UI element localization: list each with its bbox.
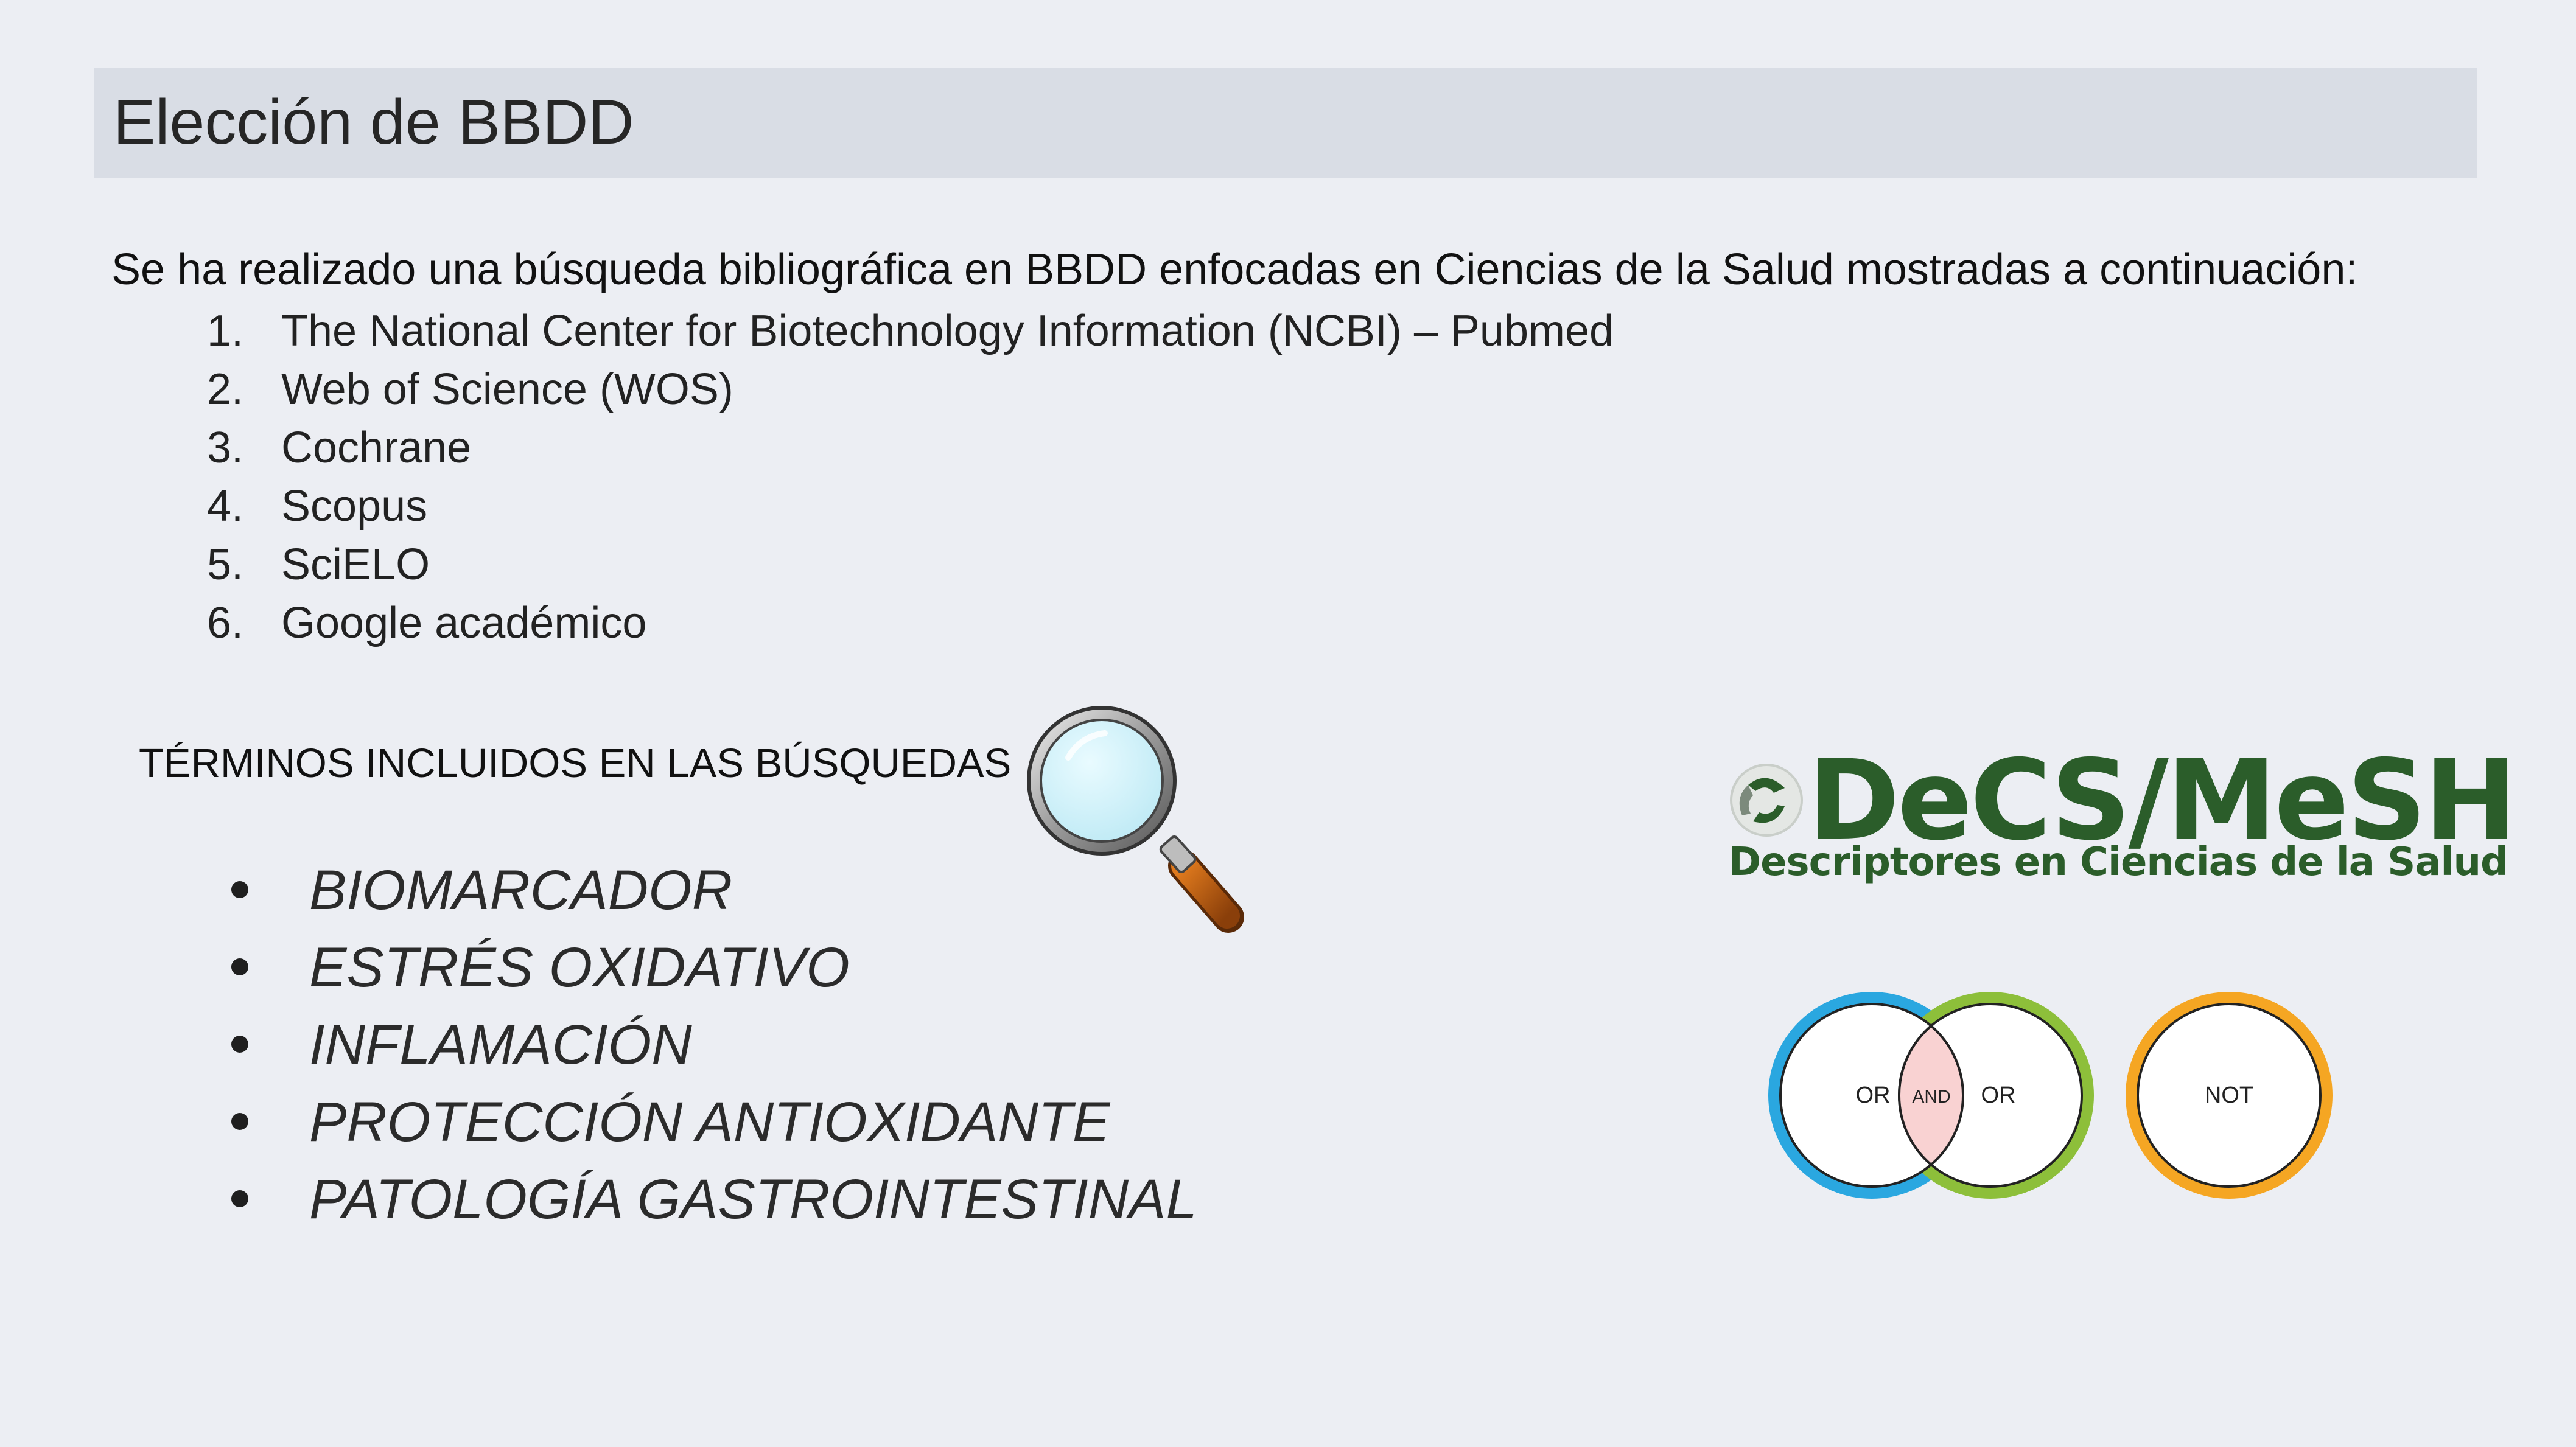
bullet-icon bbox=[231, 1113, 248, 1130]
search-term: PROTECCIÓN ANTIOXIDANTE bbox=[309, 1091, 1110, 1153]
not-label: NOT bbox=[2205, 1083, 2253, 1108]
list-number: 1. bbox=[207, 307, 244, 355]
logo-subtitle: Descriptores en Ciencias de la Salud bbox=[1729, 840, 2508, 885]
slide-title-bar: Elección de BBDD bbox=[94, 68, 2477, 178]
bullet-icon bbox=[231, 1190, 248, 1207]
boolean-operators-diagram: OR AND OR NOT bbox=[1768, 992, 2333, 1199]
database-name: SciELO bbox=[281, 540, 430, 589]
intro-text: Se ha realizado una búsqueda bibliográfi… bbox=[111, 245, 2358, 294]
bullet-icon bbox=[231, 958, 248, 975]
slide-title: Elección de BBDD bbox=[113, 87, 634, 158]
terms-heading: TÉRMINOS INCLUIDOS EN LAS BÚSQUEDAS bbox=[139, 741, 1012, 786]
search-term: BIOMARCADOR bbox=[309, 859, 733, 921]
magnifying-glass-icon bbox=[1027, 706, 1244, 933]
bullet-icon bbox=[231, 1036, 248, 1053]
decs-mesh-logo: DeCS/MeSH Descriptores en Ciencias de la… bbox=[1717, 739, 2517, 891]
decs-swirl-icon bbox=[1730, 764, 1803, 837]
or-label-left: OR bbox=[1856, 1083, 1891, 1108]
database-name: The National Center for Biotechnology In… bbox=[281, 307, 1614, 355]
database-name: Web of Science (WOS) bbox=[281, 365, 733, 414]
bullet-icon bbox=[231, 881, 248, 898]
list-number: 2. bbox=[207, 365, 244, 414]
database-name: Cochrane bbox=[281, 424, 472, 472]
list-number: 6. bbox=[207, 599, 244, 647]
list-number: 5. bbox=[207, 540, 244, 589]
list-number: 3. bbox=[207, 424, 244, 472]
database-name: Scopus bbox=[281, 482, 428, 531]
search-term: PATOLOGÍA GASTROINTESTINAL bbox=[309, 1168, 1197, 1230]
list-number: 4. bbox=[207, 482, 244, 531]
or-label-right: OR bbox=[1981, 1083, 2016, 1108]
search-term: INFLAMACIÓN bbox=[309, 1014, 692, 1076]
database-name: Google académico bbox=[281, 599, 647, 647]
search-term: ESTRÉS OXIDATIVO bbox=[309, 936, 850, 999]
and-label: AND bbox=[1912, 1087, 1950, 1107]
